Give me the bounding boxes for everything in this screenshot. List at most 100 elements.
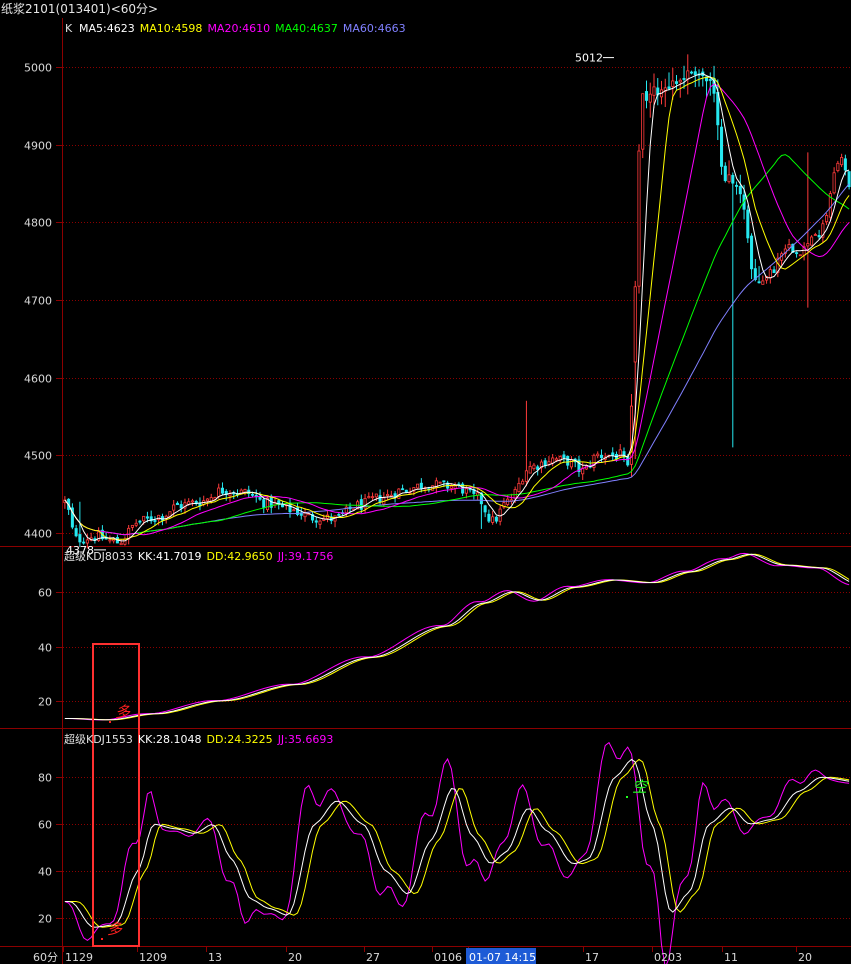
candle-body [637, 150, 641, 287]
candle [802, 242, 806, 261]
kdj1553-tick-label: 60 [38, 819, 52, 832]
kdj8033-dd-line [64, 553, 850, 721]
candle [693, 66, 697, 88]
candle [761, 275, 765, 285]
kdj1553-legend-jj: JJ:35.6693 [277, 733, 334, 746]
candle [573, 457, 577, 468]
candle [337, 512, 341, 516]
candle-body [554, 458, 558, 461]
main-legend-ma40: MA40:4637 [275, 22, 338, 35]
candle [532, 462, 536, 471]
x-tick-label: 1209 [139, 951, 167, 964]
candle-body [686, 70, 690, 80]
candle [397, 488, 401, 499]
candle-body [74, 528, 78, 537]
price-panel[interactable]: 440045004600470048004900500050124378 [24, 52, 851, 557]
candle [119, 539, 123, 546]
ma10-line [64, 76, 850, 540]
kdj8033-jj-line [64, 552, 850, 721]
candle-body [599, 454, 603, 459]
candle [780, 251, 784, 266]
candle-body [674, 81, 679, 84]
candle-body [175, 502, 179, 506]
sell-signal-kdj1553-dot [626, 796, 628, 798]
x-tick-label: 20 [288, 951, 302, 964]
candle [224, 489, 228, 501]
candle [644, 80, 649, 109]
candle [108, 535, 112, 544]
candle-body [464, 488, 468, 494]
kdj8033-kk-line [64, 553, 850, 721]
candle [825, 213, 829, 226]
candle-body [250, 493, 255, 496]
candle [750, 233, 754, 280]
candle-body [735, 184, 739, 187]
kdj8033-legend-dd: DD:42.9650 [207, 550, 273, 563]
candle-body [123, 538, 127, 545]
candle [723, 162, 727, 183]
candle-body [513, 489, 517, 499]
candle-body [483, 505, 487, 513]
candle [367, 492, 371, 499]
candle [783, 244, 787, 258]
candle [179, 500, 183, 513]
candle-body [217, 487, 221, 497]
candle-body [130, 524, 134, 528]
candle-body [648, 93, 652, 103]
candle [517, 477, 521, 493]
candle-body [142, 515, 146, 522]
kdj1553-panel[interactable]: 20406080多空 [38, 643, 850, 964]
candle-body [220, 487, 225, 494]
candle-body [825, 215, 829, 223]
candle-body [337, 514, 341, 516]
candle-body [378, 495, 382, 503]
candle-body [153, 520, 157, 522]
candle-body [817, 235, 821, 238]
price-tick-label: 4800 [24, 217, 52, 230]
candle-body [506, 498, 510, 505]
candle [588, 460, 592, 469]
candle-body [78, 534, 82, 543]
candle [847, 171, 851, 190]
candle [772, 266, 776, 274]
candle-body [374, 493, 378, 498]
futures-chart[interactable]: 440045004600470048004900500050124378 204… [0, 18, 851, 964]
kdj8033-panel[interactable]: 20 40 60 多 [38, 552, 850, 723]
candle [498, 504, 502, 526]
buy-signal-kdj8033: 多 [115, 703, 131, 721]
candle-body [419, 482, 423, 489]
price-tick-label: 4400 [24, 528, 52, 541]
candle-body [205, 498, 209, 502]
candle [524, 400, 528, 487]
candle-body [262, 499, 266, 508]
candle [386, 489, 390, 501]
price-tick-label: 4500 [24, 450, 52, 463]
candle [629, 394, 634, 477]
kdj1553-kk-line [64, 758, 850, 928]
candle [423, 486, 427, 494]
candle-body [682, 78, 686, 80]
candle [720, 119, 724, 175]
candle [303, 507, 307, 522]
buy-signal-kdj8033-dot [109, 721, 111, 723]
candle-body [386, 494, 390, 497]
kdj1553-legend-name: 超级KDJ1553 [64, 732, 133, 746]
x-axis: 60分 1129 1209 13 20 27 0106 01-07 14:15 17 0203 11… [33, 947, 812, 964]
candle [318, 519, 322, 530]
candle [569, 456, 573, 470]
candle-body [562, 454, 566, 459]
candle-body [813, 234, 817, 236]
candle [641, 93, 645, 159]
candle-body [389, 494, 393, 497]
candle [727, 160, 731, 184]
candle-body [416, 483, 420, 489]
candle [689, 70, 694, 75]
panel-legends: K MA5:4623 MA10:4598 MA20:4610 MA40:4637 MA60… [64, 22, 406, 746]
candle-body [145, 516, 149, 519]
candle-body [318, 520, 322, 525]
candle [686, 54, 690, 95]
kdj1553-jj-line [64, 741, 850, 964]
candle-body [524, 470, 528, 482]
candle-body [644, 91, 649, 101]
candle-body [314, 520, 318, 523]
